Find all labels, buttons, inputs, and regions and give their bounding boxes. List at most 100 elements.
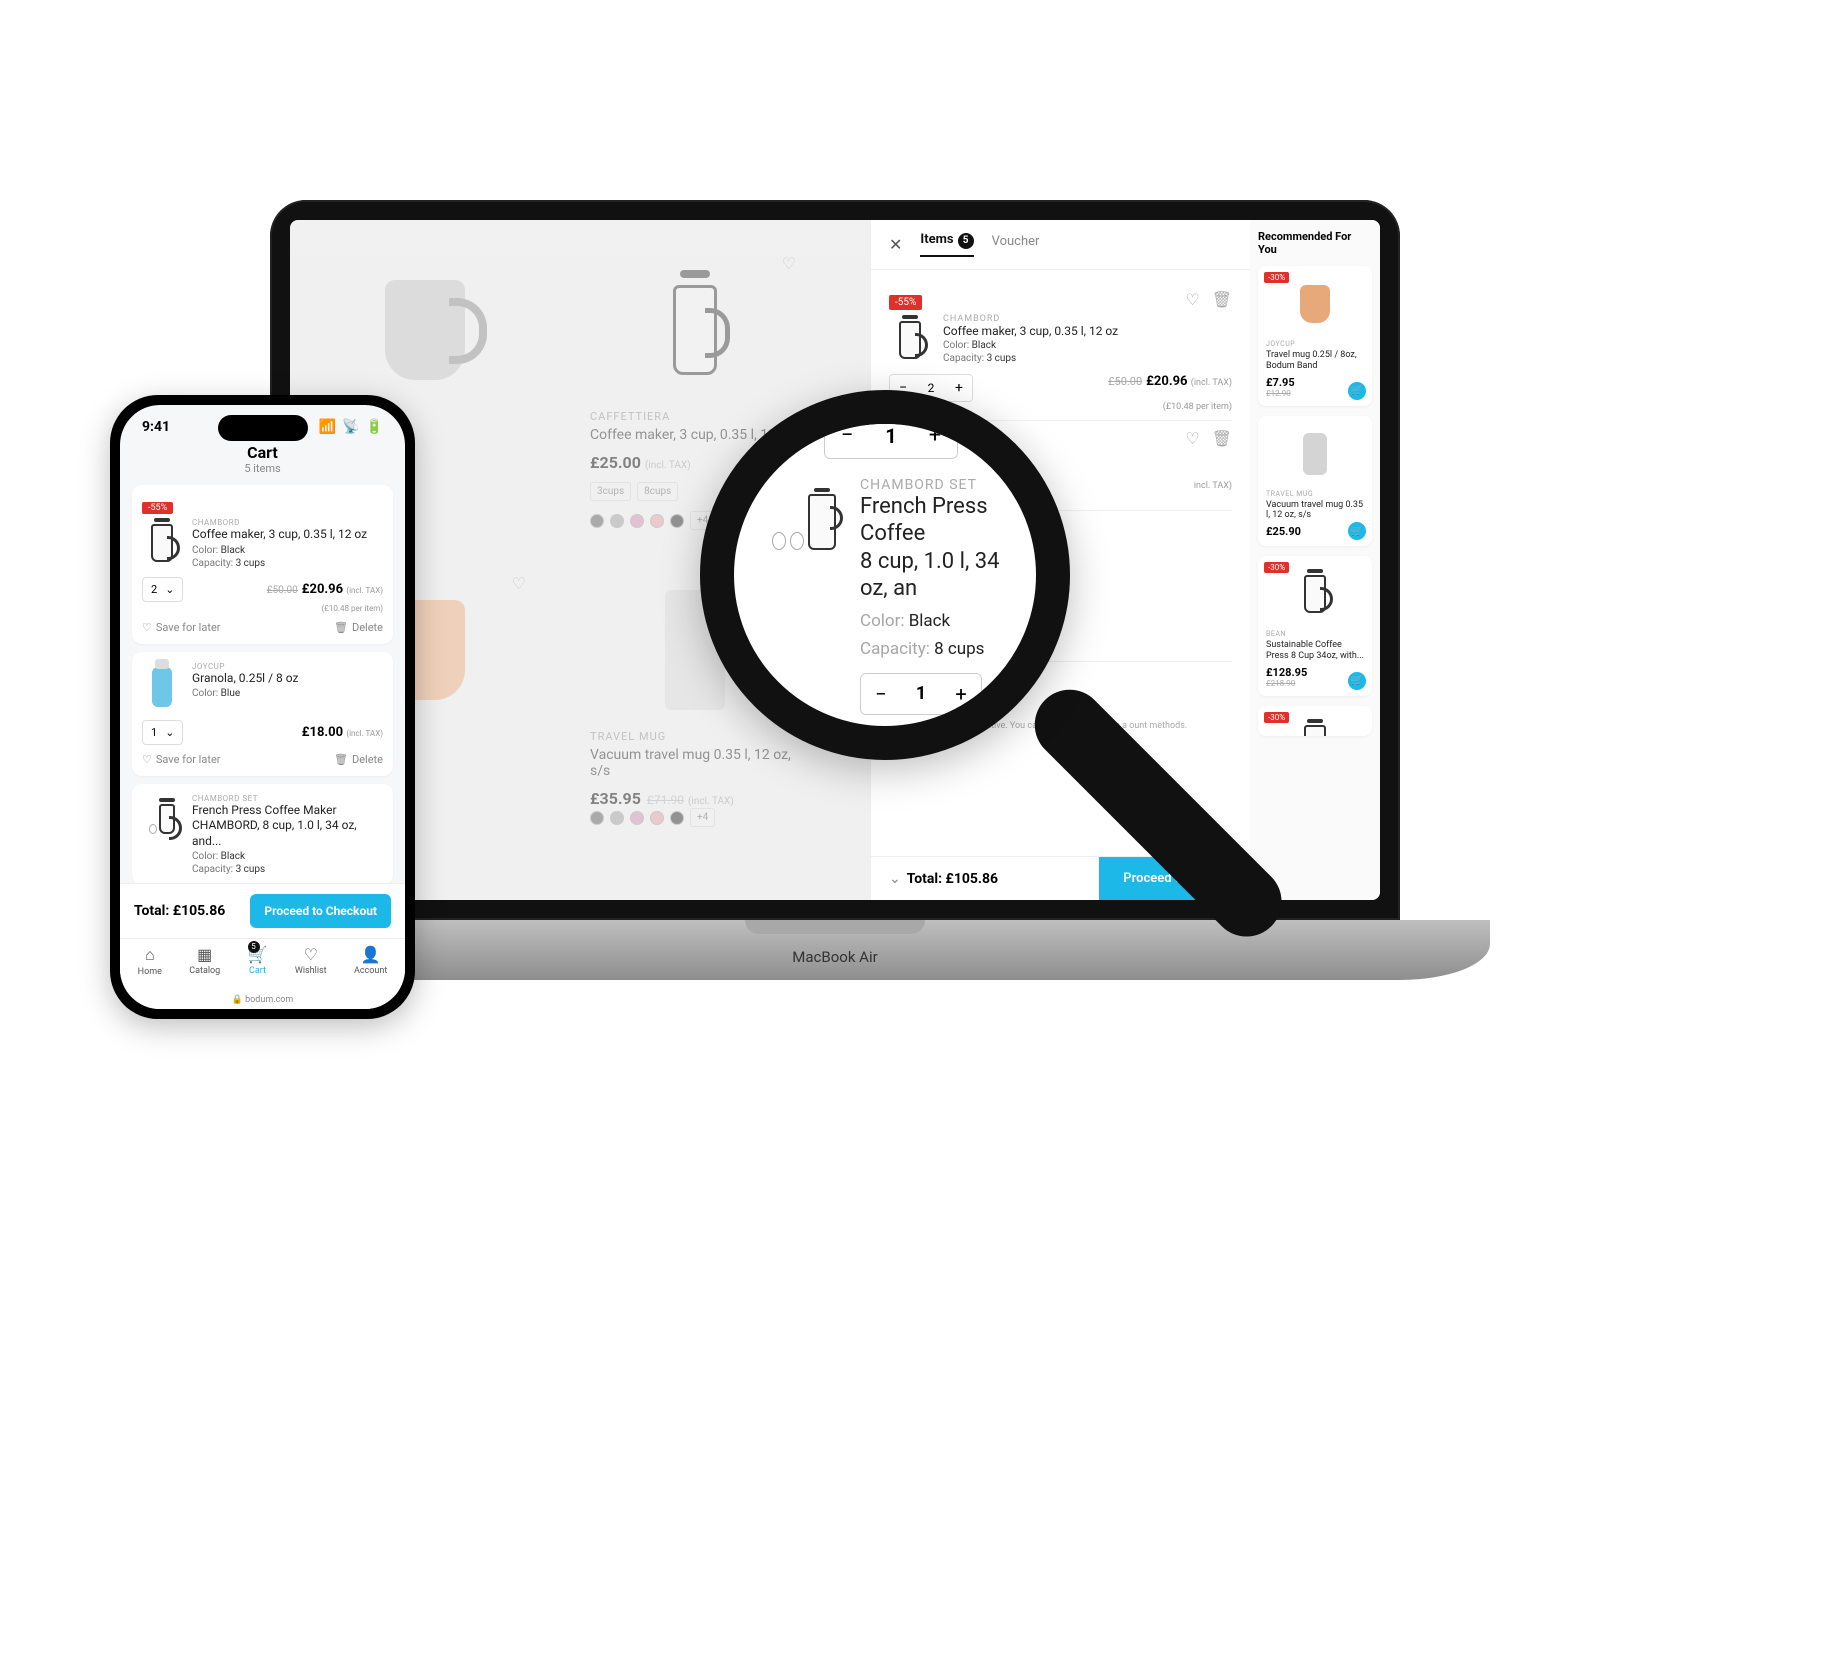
home-icon: ⌂ — [145, 945, 155, 965]
add-to-cart-icon[interactable]: 🛒 — [1348, 672, 1366, 690]
discount-badge: -30% — [1264, 562, 1289, 573]
recommended-item[interactable]: TRAVEL MUG Vacuum travel mug 0.35 l, 12 … — [1258, 416, 1372, 547]
cart-item: JOYCUP Granola, 0.25l / 8 oz Color: Blue… — [132, 652, 393, 776]
tax-label: (incl. TAX) — [645, 460, 691, 471]
heart-icon: ♡ — [304, 945, 318, 964]
tax-label: incl. TAX) — [1194, 481, 1232, 491]
checkout-button[interactable]: Proceed to Checkout — [250, 894, 391, 928]
product-brand: TRAVEL MUG — [590, 730, 800, 743]
price: £20.96 — [302, 582, 343, 597]
nav-catalog[interactable]: ▦Catalog — [189, 945, 220, 977]
capacity-value: 3 cups — [987, 353, 1017, 364]
delete-icon[interactable]: 🗑 — [1212, 290, 1232, 309]
price: £20.96 — [1146, 374, 1187, 389]
wishlist-icon[interactable]: ♡ — [512, 574, 526, 593]
cart-footer: Total: £105.86 Proceed to Checkout — [120, 883, 405, 938]
product-name: French Press Coffee Maker CHAMBORD, 8 cu… — [192, 803, 383, 850]
product-name: Travel mug 0.25l / 8oz, Bodum Band — [1266, 350, 1364, 372]
color-label: Color: — [192, 545, 218, 556]
capacity-label: Capacity: — [943, 353, 984, 364]
nav-home[interactable]: ⌂Home — [138, 945, 162, 977]
dynamic-island — [218, 415, 308, 441]
color-value: Black — [221, 545, 245, 556]
magnifier-lens: − + CHAMBORD SET French Press Coffee8 cu… — [700, 390, 1070, 760]
quantity-stepper[interactable]: − + — [824, 413, 958, 459]
delete-button[interactable]: 🗑Delete — [334, 753, 383, 766]
qty-input[interactable] — [869, 414, 913, 458]
capacity-label: Capacity: — [192, 864, 233, 875]
battery-icon: 🔋 — [366, 419, 383, 435]
color-label: Color: — [192, 851, 218, 862]
capacity-value: 3 cups — [236, 864, 266, 875]
qty-plus-button[interactable]: + — [913, 414, 957, 458]
color-value: Black — [909, 611, 951, 631]
strike-price: £50.00 — [1108, 375, 1142, 388]
recommended-item[interactable]: -30% JOYCUP Travel mug 0.25l / 8oz, Bodu… — [1258, 266, 1372, 406]
discount-badge: -55% — [142, 502, 173, 514]
chevron-down-icon: ⌄ — [165, 726, 174, 739]
recommended-item[interactable]: -30% — [1258, 706, 1372, 736]
wishlist-icon[interactable]: ♡ — [782, 254, 796, 273]
capacity-value: 8 cups — [934, 639, 984, 659]
product-brand: CAFFETTIERA — [590, 410, 800, 423]
delete-icon[interactable]: 🗑 — [1212, 429, 1232, 448]
delete-icon: 🗑 — [334, 753, 348, 766]
recommended-title: Recommended For You — [1258, 230, 1372, 256]
tab-items[interactable]: Items5 — [920, 232, 973, 257]
qty-minus-button[interactable]: − — [825, 414, 869, 458]
product-thumb — [764, 477, 844, 567]
quantity-stepper[interactable]: − + — [860, 673, 982, 715]
account-icon: 👤 — [361, 945, 381, 964]
tax-label: (incl. TAX) — [346, 586, 383, 595]
capacity-chip[interactable]: 3cups — [590, 482, 631, 501]
recommended-item[interactable]: -30% BEAN Sustainable Coffee Press 8 Cup… — [1258, 556, 1372, 696]
nav-account[interactable]: 👤Account — [354, 945, 387, 977]
cart-total[interactable]: ⌄Total: £105.86 — [871, 859, 1099, 899]
tax-label: (incl. TAX) — [688, 796, 734, 807]
close-icon[interactable]: ✕ — [889, 235, 902, 254]
product-thumb — [889, 314, 931, 366]
save-for-later-button[interactable]: ♡Save for later — [142, 621, 221, 634]
bottom-nav: ⌂Home ▦Catalog 5🛒Cart ♡Wishlist 👤Account — [120, 938, 405, 991]
qty-select[interactable]: 1⌄ — [142, 720, 183, 745]
color-value: Black — [972, 340, 996, 351]
add-to-cart-icon[interactable]: 🛒 — [1348, 382, 1366, 400]
price: £18.00 — [302, 725, 343, 740]
delete-button[interactable]: 🗑Delete — [334, 621, 383, 634]
tax-label: (incl. TAX) — [346, 729, 383, 738]
chevron-down-icon: ⌄ — [889, 871, 901, 887]
qty-minus-button[interactable]: − — [861, 674, 901, 714]
product-name: Vacuum travel mug 0.35 l, 12 oz, s/s — [590, 747, 800, 779]
phone-frame: 9:41 📶 📡 🔋 Cart 5 items -55% CHAMBORD Co… — [110, 395, 415, 1019]
capacity-label: Capacity: — [860, 639, 930, 659]
capacity-label: Capacity: — [192, 558, 233, 569]
tab-voucher[interactable]: Voucher — [992, 234, 1040, 255]
items-count-badge: 5 — [958, 233, 974, 249]
swatch-more[interactable]: +4 — [690, 808, 715, 827]
product-brand: CHAMBORD — [943, 314, 1232, 324]
page-subtitle: 5 items — [120, 462, 405, 475]
product-name: Coffee maker, 3 cup, 0.35 l, 12 oz — [192, 527, 383, 543]
per-item-price: (£10.48 per item) — [142, 604, 383, 613]
color-swatches[interactable]: +4 — [590, 808, 800, 827]
nav-wishlist[interactable]: ♡Wishlist — [295, 945, 327, 977]
cart-item: -55% CHAMBORD Coffee maker, 3 cup, 0.35 … — [132, 485, 393, 644]
color-label: Color: — [943, 340, 969, 351]
save-for-later-button[interactable]: ♡Save for later — [142, 753, 221, 766]
product-price: £25.00 — [590, 453, 641, 472]
laptop-model-label: MacBook Air — [792, 948, 877, 966]
strike-price: £50.00 — [267, 585, 298, 596]
wishlist-icon[interactable]: ♡ — [1185, 290, 1199, 309]
qty-plus-button[interactable]: + — [946, 375, 972, 401]
nav-cart[interactable]: 5🛒Cart — [248, 945, 268, 977]
capacity-chip[interactable]: 8cups — [637, 482, 678, 501]
product-brand: BEAN — [1266, 630, 1364, 638]
delete-icon: 🗑 — [334, 621, 348, 634]
phone-screen: 9:41 📶 📡 🔋 Cart 5 items -55% CHAMBORD Co… — [120, 405, 405, 1009]
status-time: 9:41 — [142, 419, 170, 435]
qty-input[interactable] — [901, 674, 941, 714]
qty-plus-button[interactable]: + — [941, 674, 981, 714]
heart-icon: ♡ — [142, 621, 152, 634]
qty-select[interactable]: 2⌄ — [142, 577, 183, 602]
wishlist-icon[interactable]: ♡ — [1185, 429, 1199, 448]
